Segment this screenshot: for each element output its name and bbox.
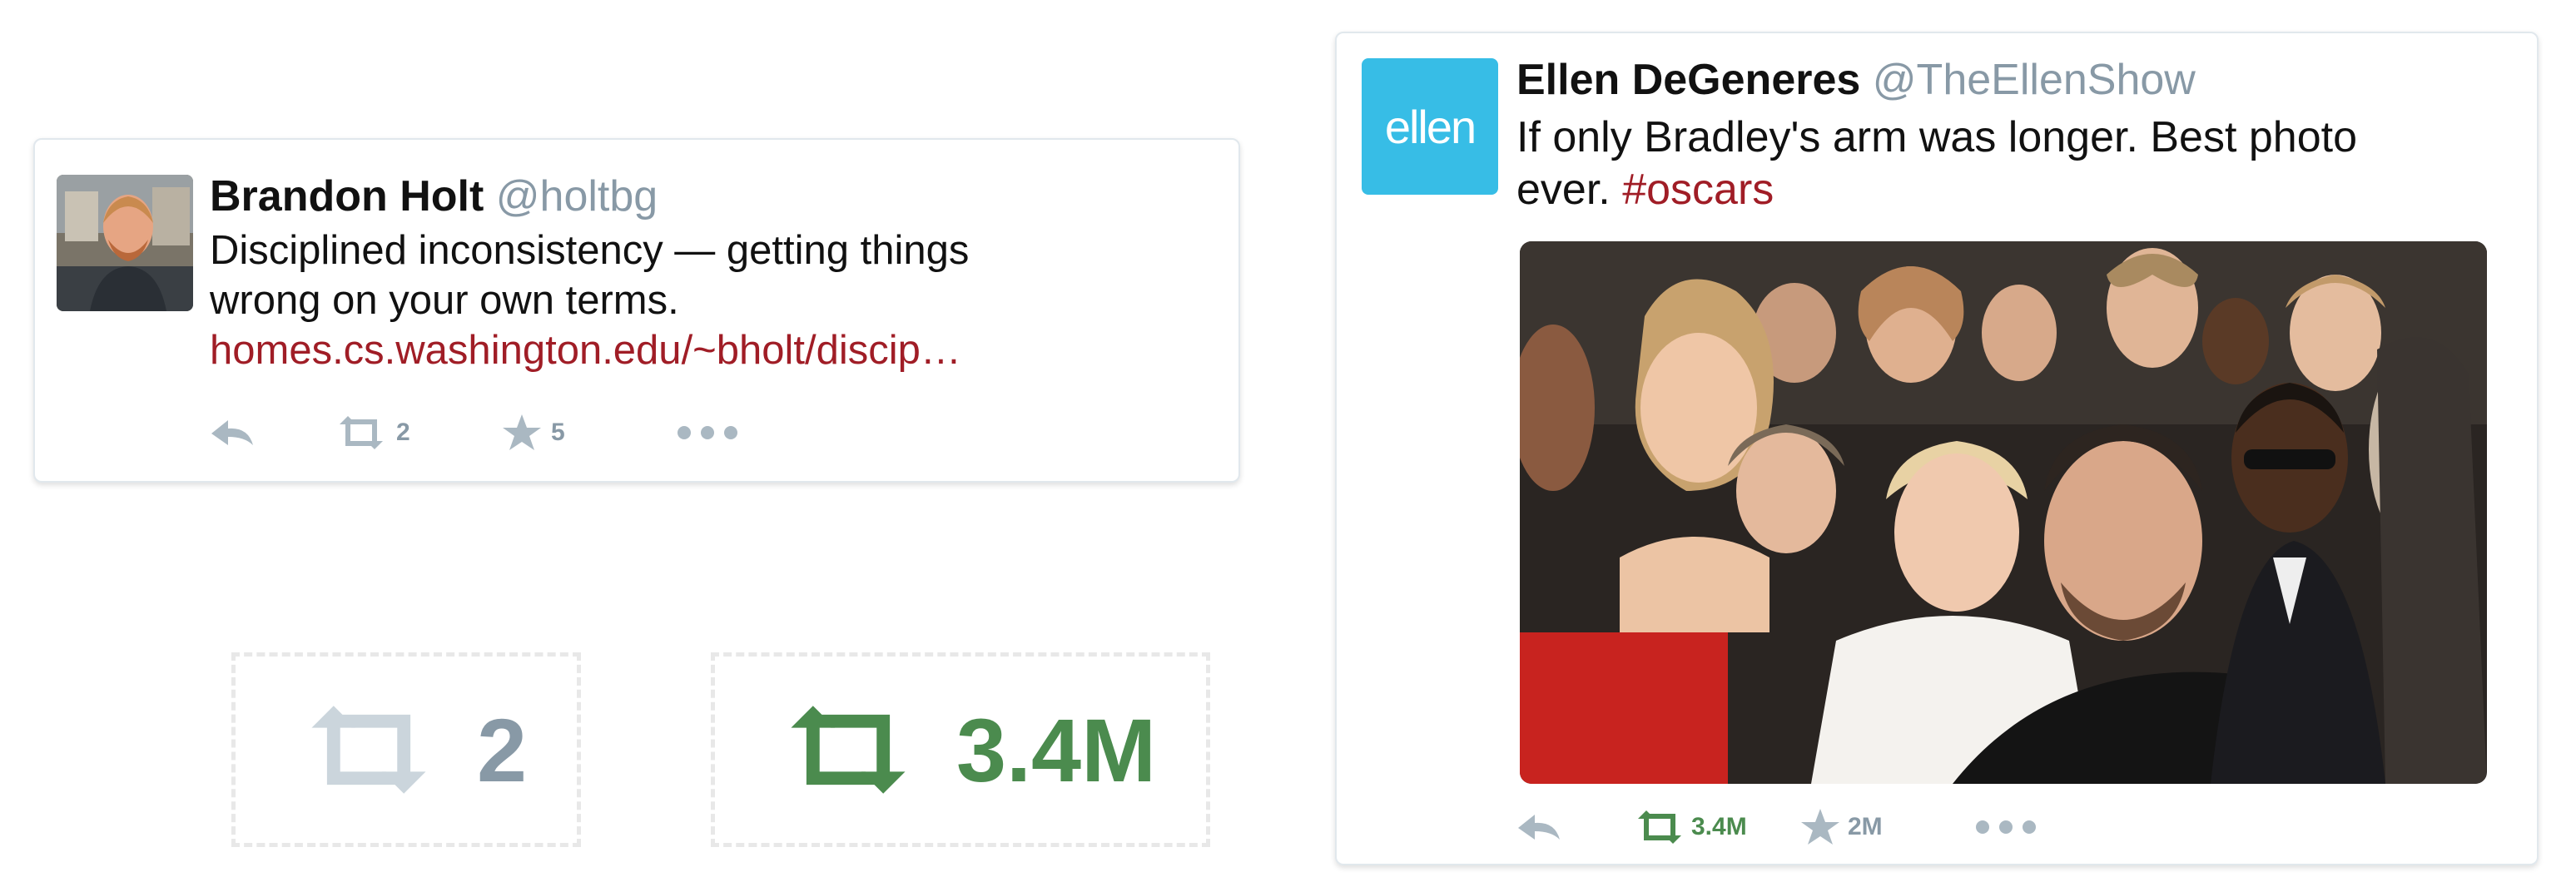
more-icon — [1976, 820, 2036, 834]
retweet-button[interactable]: 2 — [335, 414, 501, 451]
tweet-text-line-1: Disciplined inconsistency — getting thin… — [210, 228, 970, 273]
retweet-icon — [311, 706, 426, 794]
avatar-brandon[interactable] — [57, 175, 193, 311]
tweet-text-line-2-prefix: ever. — [1516, 166, 1623, 215]
retweet-count: 2 — [396, 419, 410, 446]
retweet-icon — [340, 416, 383, 449]
more-button[interactable] — [1974, 819, 2037, 835]
author-name[interactable]: Ellen DeGeneres @TheEllenShow — [1516, 55, 2196, 105]
favorite-button[interactable]: 2M — [1799, 807, 1974, 847]
retweet-demo-large: 3.4M — [711, 652, 1210, 847]
star-icon — [1801, 809, 1839, 845]
retweet-count-small: 2 — [476, 699, 528, 800]
tweet-actions: 2 5 — [210, 413, 739, 453]
tweet-link[interactable]: homes.cs.washington.edu/~bholt/discip… — [210, 326, 1209, 376]
author-handle[interactable]: @TheEllenShow — [1873, 56, 2196, 104]
tweet-actions: 3.4M 2M — [1516, 807, 2037, 847]
reply-button[interactable] — [210, 417, 335, 448]
retweet-icon — [791, 706, 906, 794]
author-handle[interactable]: @holtbg — [496, 172, 658, 221]
retweet-icon — [1638, 810, 1681, 844]
author-name-text[interactable]: Ellen DeGeneres — [1516, 56, 1860, 104]
tweet-card-ellen: ellen Ellen DeGeneres @TheEllenShow If o… — [1335, 32, 2539, 865]
more-icon — [678, 426, 737, 439]
reply-icon — [1518, 815, 1560, 840]
reply-button[interactable] — [1516, 811, 1633, 843]
author-name[interactable]: Brandon Holt @holtbg — [210, 171, 658, 221]
retweet-button[interactable]: 3.4M — [1633, 809, 1799, 845]
tweet-photo[interactable] — [1520, 241, 2487, 784]
more-button[interactable] — [676, 424, 739, 441]
ellen-logo-text: ellen — [1384, 100, 1477, 153]
author-name-text[interactable]: Brandon Holt — [210, 172, 484, 221]
favorite-count: 5 — [551, 419, 565, 446]
favorite-count: 2M — [1848, 813, 1883, 840]
retweet-demo-small: 2 — [231, 652, 581, 847]
tweet-text-line-2: ever. #oscars — [1516, 164, 2515, 216]
tweet-text-line-2: wrong on your own terms. — [210, 277, 679, 323]
tweet-text-line-1: If only Bradley's arm was longer. Best p… — [1516, 113, 2357, 161]
favorite-button[interactable]: 5 — [501, 413, 676, 453]
retweet-count-large: 3.4M — [955, 699, 1157, 800]
tweet-text: If only Bradley's arm was longer. Best p… — [1516, 111, 2515, 217]
hashtag-link[interactable]: #oscars — [1622, 166, 1774, 214]
retweet-count: 3.4M — [1691, 813, 1747, 840]
avatar-ellen[interactable]: ellen — [1362, 58, 1498, 195]
tweet-card-brandon: Brandon Holt @holtbg Disciplined inconsi… — [33, 138, 1240, 483]
star-icon — [503, 414, 541, 450]
tweet-text: Disciplined inconsistency — getting thin… — [210, 226, 1209, 375]
reply-icon — [211, 420, 253, 445]
